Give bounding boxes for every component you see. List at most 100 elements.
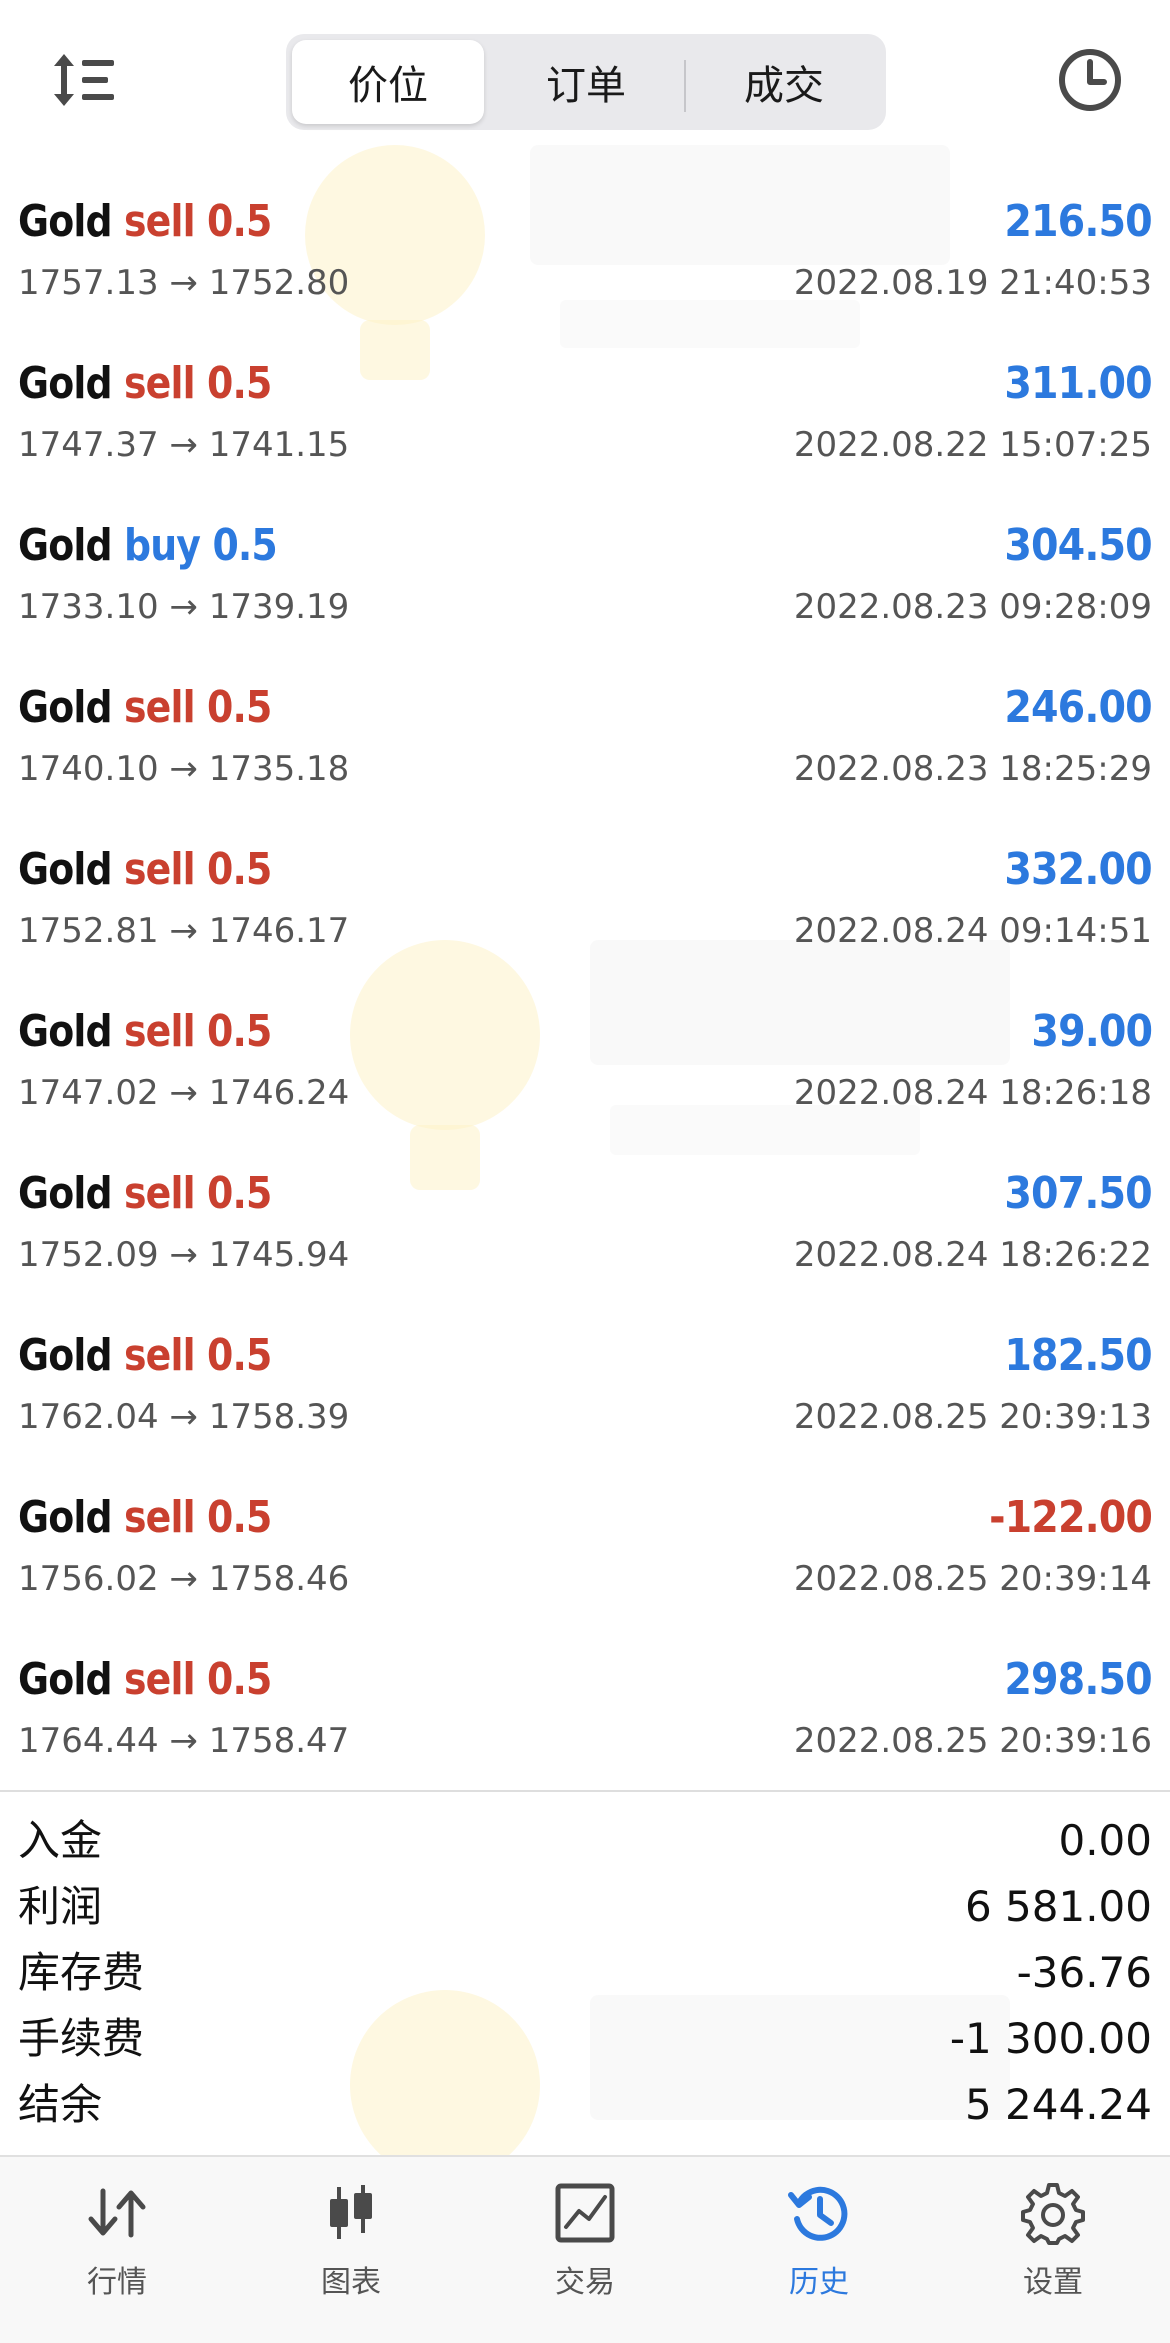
trade-volume: 0.5 (207, 1654, 272, 1705)
summary-value: -36.76 (1016, 1948, 1152, 1997)
summary-row-swap: 库存费 -36.76 (0, 1940, 1170, 2006)
trade-side: buy (123, 520, 201, 571)
summary-value: 6 581.00 (964, 1882, 1152, 1931)
summary-value: 5 244.24 (964, 2080, 1152, 2129)
trade-side: sell (123, 1492, 196, 1543)
tab-deals[interactable]: 成交 (688, 40, 880, 124)
summary-value: -1 300.00 (949, 2014, 1152, 2063)
summary-row-deposit: 入金 0.00 (0, 1808, 1170, 1874)
tab-positions[interactable]: 价位 (292, 40, 484, 124)
view-segmented-control: 价位 订单 成交 (286, 34, 886, 130)
trade-volume: 0.5 (207, 1006, 272, 1057)
trade-volume: 0.5 (207, 1168, 272, 1219)
trade-row[interactable]: Gold sell 0.5 1756.02 → 1758.46 -122.00 … (0, 1463, 1170, 1625)
trade-symbol: Gold (18, 1006, 113, 1057)
segment-divider (684, 60, 686, 112)
trade-title: Gold sell 0.5 (18, 358, 272, 409)
trade-symbol: Gold (18, 844, 113, 895)
trade-prices: 1733.10 → 1739.19 (18, 587, 350, 627)
nav-item-chart[interactable]: 图表 (234, 2157, 468, 2343)
summary-label: 结余 (18, 2080, 103, 2129)
trade-prices: 1752.09 → 1745.94 (18, 1235, 350, 1275)
trade-symbol: Gold (18, 196, 113, 247)
gear-icon (1021, 2183, 1085, 2245)
trade-time: 2022.08.24 18:26:18 (793, 1073, 1152, 1113)
trade-prices: 1740.10 → 1735.18 (18, 749, 350, 789)
trade-title: Gold sell 0.5 (18, 196, 272, 247)
bottom-nav: 行情 图表 交易 历史 设置 (0, 2157, 1170, 2343)
trade-time: 2022.08.25 20:39:13 (793, 1397, 1152, 1437)
trade-side: sell (123, 1006, 196, 1057)
trade-row[interactable]: Gold buy 0.5 1733.10 → 1739.19 304.50 20… (0, 491, 1170, 653)
trade-title: Gold sell 0.5 (18, 1654, 272, 1705)
trade-line-chart-icon (555, 2183, 615, 2243)
account-summary: 入金 0.00 利润 6 581.00 库存费 -36.76 手续费 -1 30… (0, 1808, 1170, 2138)
trade-symbol: Gold (18, 358, 113, 409)
trade-symbol: Gold (18, 520, 113, 571)
trade-prices: 1752.81 → 1746.17 (18, 911, 350, 951)
trade-profit: -122.00 (989, 1492, 1153, 1543)
trade-row[interactable]: Gold sell 0.5 1752.09 → 1745.94 307.50 2… (0, 1139, 1170, 1301)
trade-prices: 1747.02 → 1746.24 (18, 1073, 350, 1113)
summary-divider (0, 1790, 1170, 1792)
trade-prices: 1756.02 → 1758.46 (18, 1559, 350, 1599)
candlestick-chart-icon (330, 2185, 372, 2239)
trade-title: Gold sell 0.5 (18, 1492, 272, 1543)
trade-time: 2022.08.24 18:26:22 (793, 1235, 1152, 1275)
summary-row-profit: 利润 6 581.00 (0, 1874, 1170, 1940)
nav-item-history[interactable]: 历史 (702, 2157, 936, 2343)
trade-prices: 1762.04 → 1758.39 (18, 1397, 350, 1437)
trade-row[interactable]: Gold sell 0.5 1747.02 → 1746.24 39.00 20… (0, 977, 1170, 1139)
trade-title: Gold sell 0.5 (18, 1006, 272, 1057)
trade-side: sell (123, 358, 196, 409)
trade-volume: 0.5 (207, 196, 272, 247)
trade-title: Gold buy 0.5 (18, 520, 278, 571)
nav-label: 图表 (321, 2265, 381, 2300)
trade-profit: 246.00 (1004, 682, 1153, 733)
trade-side: sell (123, 1330, 196, 1381)
summary-value: 0.00 (1058, 1816, 1152, 1865)
trade-side: sell (123, 196, 196, 247)
trade-row[interactable]: Gold sell 0.5 1747.37 → 1741.15 311.00 2… (0, 329, 1170, 491)
trade-prices: 1757.13 → 1752.80 (18, 263, 350, 303)
trade-time: 2022.08.22 15:07:25 (793, 425, 1152, 465)
trade-row[interactable]: Gold sell 0.5 1752.81 → 1746.17 332.00 2… (0, 815, 1170, 977)
trade-profit: 39.00 (1031, 1006, 1153, 1057)
trade-side: sell (123, 682, 196, 733)
trade-profit: 304.50 (1004, 520, 1153, 571)
clock-icon[interactable] (1054, 44, 1126, 116)
trade-title: Gold sell 0.5 (18, 844, 272, 895)
trade-profit: 298.50 (1004, 1654, 1153, 1705)
nav-item-settings[interactable]: 设置 (936, 2157, 1170, 2343)
trade-time: 2022.08.25 20:39:16 (793, 1721, 1152, 1761)
trade-history-list: Gold sell 0.5 1757.13 → 1752.80 216.50 2… (0, 167, 1170, 1787)
trade-row[interactable]: Gold sell 0.5 1757.13 → 1752.80 216.50 2… (0, 167, 1170, 329)
trade-symbol: Gold (18, 1168, 113, 1219)
trade-volume: 0.5 (212, 520, 277, 571)
quotes-arrows-icon (88, 2188, 146, 2238)
trade-row[interactable]: Gold sell 0.5 1762.04 → 1758.39 182.50 2… (0, 1301, 1170, 1463)
nav-label: 交易 (555, 2265, 615, 2300)
trade-row[interactable]: Gold sell 0.5 1764.44 → 1758.47 298.50 2… (0, 1625, 1170, 1787)
trade-side: sell (123, 844, 196, 895)
sort-arrows-icon[interactable] (48, 48, 120, 112)
trade-prices: 1747.37 → 1741.15 (18, 425, 350, 465)
summary-label: 入金 (18, 1816, 103, 1865)
trade-time: 2022.08.23 18:25:29 (793, 749, 1152, 789)
trade-side: sell (123, 1168, 196, 1219)
history-icon (788, 2186, 848, 2241)
trade-time: 2022.08.23 09:28:09 (793, 587, 1152, 627)
nav-item-quotes[interactable]: 行情 (0, 2157, 234, 2343)
trade-symbol: Gold (18, 1654, 113, 1705)
trade-row[interactable]: Gold sell 0.5 1740.10 → 1735.18 246.00 2… (0, 653, 1170, 815)
trade-title: Gold sell 0.5 (18, 1330, 272, 1381)
trade-symbol: Gold (18, 1330, 113, 1381)
tab-orders[interactable]: 订单 (490, 40, 682, 124)
nav-item-trade[interactable]: 交易 (468, 2157, 702, 2343)
trade-prices: 1764.44 → 1758.47 (18, 1721, 350, 1761)
trade-profit: 332.00 (1004, 844, 1153, 895)
trade-volume: 0.5 (207, 844, 272, 895)
summary-row-balance: 结余 5 244.24 (0, 2072, 1170, 2138)
trade-profit: 311.00 (1004, 358, 1153, 409)
trade-title: Gold sell 0.5 (18, 682, 272, 733)
